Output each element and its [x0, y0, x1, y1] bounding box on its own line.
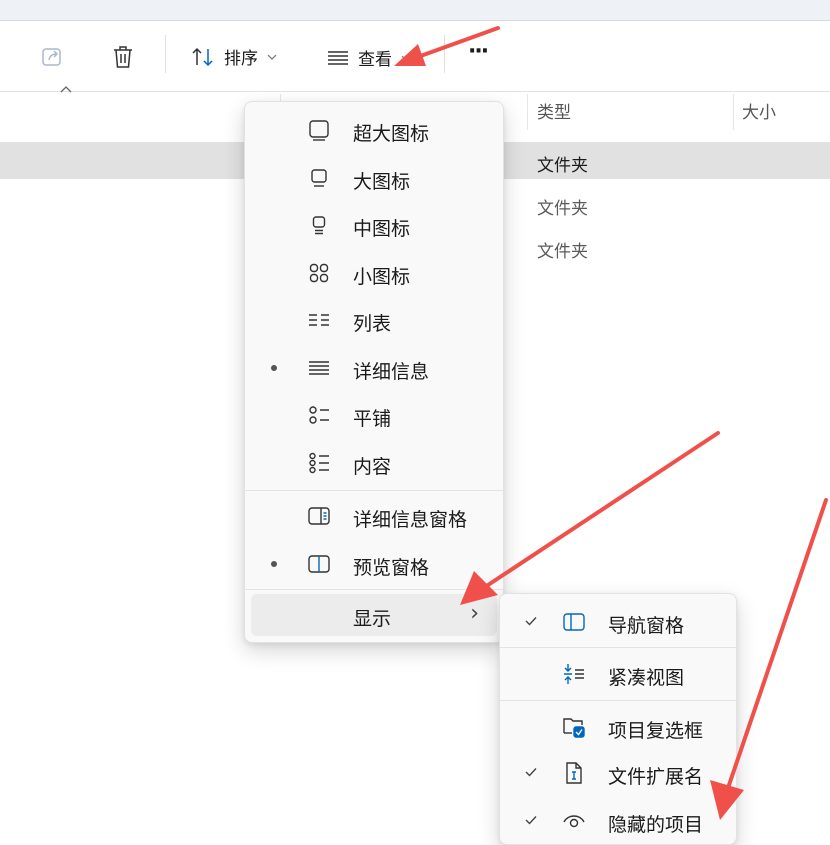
- submenu-item-label: 项目复选框: [608, 720, 704, 742]
- submenu-item-label: 隐藏的项目: [608, 814, 704, 836]
- menu-separator: [245, 589, 503, 590]
- row-type-cell: 文件夹: [537, 199, 588, 219]
- column-separator: [733, 94, 734, 130]
- menu-separator: [500, 647, 736, 648]
- menu-item-details[interactable]: 详细信息: [245, 346, 503, 390]
- menu-item-label: 中图标: [353, 218, 411, 240]
- menu-item-extra-large-icons[interactable]: 超大图标: [245, 108, 503, 152]
- menu-item-details-pane[interactable]: 详细信息窗格: [245, 494, 503, 538]
- submenu-item-hidden-items[interactable]: 隐藏的项目: [500, 799, 736, 843]
- menu-item-label: 超大图标: [353, 123, 430, 145]
- submenu-item-label: 文件扩展名: [608, 766, 704, 788]
- sort-label: 排序: [224, 49, 258, 69]
- more-options-button[interactable]: ···: [468, 39, 489, 64]
- eye-icon: [563, 815, 585, 828]
- chevron-right-icon: ›: [470, 601, 479, 626]
- navigation-pane-icon: [563, 613, 585, 631]
- menu-item-label: 详细信息窗格: [353, 509, 468, 531]
- menu-item-small-icons[interactable]: 小图标: [245, 251, 503, 295]
- menu-separator: [245, 490, 503, 491]
- medium-icon: [312, 216, 326, 235]
- menu-item-show[interactable]: 显示 ›: [251, 594, 497, 636]
- checkmark-icon: [525, 617, 537, 626]
- menu-item-label: 小图标: [353, 266, 411, 288]
- preview-pane-icon: [308, 555, 330, 573]
- menu-item-label: 大图标: [353, 171, 411, 193]
- view-menu: 超大图标 大图标 中图标 小图标 列表 详细信息 平铺 内容 详细信息窗格 预览…: [244, 101, 504, 643]
- details-pane-icon: [308, 507, 330, 525]
- tiles-icon: [309, 406, 329, 424]
- menu-separator: [500, 700, 736, 701]
- menu-item-label: 详细信息: [353, 361, 430, 383]
- menu-item-label: 平铺: [353, 408, 392, 430]
- menu-item-label: 预览窗格: [353, 557, 430, 579]
- extra-large-icon: [309, 120, 329, 141]
- menu-item-medium-icons[interactable]: 中图标: [245, 203, 503, 247]
- delete-button[interactable]: [111, 44, 135, 70]
- menu-item-label: 列表: [353, 313, 392, 335]
- content-icon: [309, 452, 329, 474]
- file-extension-icon: [566, 762, 582, 784]
- toolbar: 排序 查看 ···: [0, 21, 830, 92]
- chevron-down-icon: [267, 54, 277, 60]
- submenu-item-file-extensions[interactable]: 文件扩展名: [500, 751, 736, 795]
- selected-bullet-icon: [271, 561, 277, 567]
- submenu-item-navigation-pane[interactable]: 导航窗格: [500, 600, 736, 644]
- sort-icon: [192, 47, 213, 66]
- more-icon: ···: [468, 39, 489, 64]
- row-type-cell: 文件夹: [537, 242, 588, 262]
- submenu-item-item-checkboxes[interactable]: 项目复选框: [500, 705, 736, 749]
- menu-item-label: 内容: [353, 456, 392, 478]
- details-icon: [328, 50, 348, 65]
- trash-icon: [114, 46, 132, 68]
- submenu-item-compact-view[interactable]: 紧凑视图: [500, 652, 736, 696]
- column-separator: [527, 94, 528, 130]
- small-icon: [309, 263, 329, 283]
- list-icon: [309, 314, 329, 326]
- menu-item-list[interactable]: 列表: [245, 298, 503, 342]
- menu-item-large-icons[interactable]: 大图标: [245, 156, 503, 200]
- view-button[interactable]: 查看: [326, 45, 412, 70]
- submenu-item-label: 导航窗格: [608, 615, 685, 637]
- chevron-down-icon: [401, 55, 411, 61]
- window-top-strip: [0, 0, 830, 21]
- details-icon: [309, 361, 329, 375]
- menu-item-content[interactable]: 内容: [245, 441, 503, 485]
- submenu-item-label: 紧凑视图: [608, 667, 685, 689]
- show-submenu: 导航窗格 紧凑视图 项目复选框 文件扩展名 隐藏的项目: [499, 593, 737, 845]
- sort-ascending-indicator-icon: [60, 86, 72, 93]
- selected-bullet-icon: [271, 365, 277, 371]
- sort-button[interactable]: 排序: [190, 44, 278, 69]
- item-checkbox-icon: [563, 718, 585, 738]
- large-icon: [311, 169, 327, 187]
- menu-item-label: 显示: [353, 608, 392, 630]
- toolbar-separator: [165, 35, 166, 73]
- menu-item-tiles[interactable]: 平铺: [245, 393, 503, 437]
- share-button[interactable]: [40, 45, 64, 69]
- column-header-size[interactable]: 大小: [742, 98, 776, 123]
- view-label: 查看: [358, 50, 392, 70]
- checkmark-icon: [525, 816, 537, 825]
- column-header-type[interactable]: 类型: [537, 98, 571, 123]
- menu-item-preview-pane[interactable]: 预览窗格: [245, 542, 503, 586]
- share-icon: [42, 48, 61, 66]
- compact-view-icon: [564, 664, 584, 684]
- toolbar-separator: [444, 35, 445, 73]
- row-type-cell: 文件夹: [537, 156, 588, 176]
- checkmark-icon: [525, 768, 537, 777]
